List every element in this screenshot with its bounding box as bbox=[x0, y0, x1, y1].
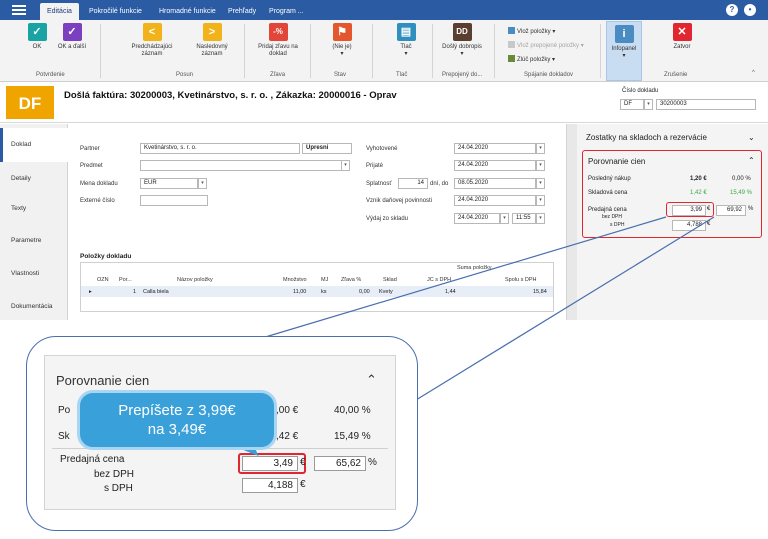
zoom-sale-price-vat-field[interactable]: 4,188 bbox=[242, 478, 298, 493]
callout-line-1: Prepíšete z 3,99€ bbox=[118, 402, 236, 419]
zoom-row2-pct: 15,49 % bbox=[334, 431, 371, 442]
chevron-up-icon[interactable]: ⌃ bbox=[366, 372, 377, 388]
zoom-sale-margin-field[interactable]: 65,62 bbox=[314, 456, 366, 471]
zoom-compare-title: Porovnanie cien bbox=[56, 373, 150, 388]
zoom-s-dph-label: s DPH bbox=[104, 483, 133, 494]
zoom-sale-label: Predajná cena bbox=[60, 454, 125, 465]
zoom-row1-pct: 40,00 % bbox=[334, 405, 371, 416]
euro-sign: € bbox=[300, 479, 306, 490]
callout-line-2: na 3,49€ bbox=[147, 421, 207, 438]
zoom-row1-label: Po bbox=[58, 405, 71, 416]
zoom-row2-label: Sk bbox=[58, 431, 70, 442]
percent-sign: % bbox=[368, 457, 377, 468]
euro-sign: € bbox=[300, 457, 306, 468]
speech-bubble: Prepíšete z 3,99€ na 3,49€ bbox=[77, 390, 277, 450]
zoom-row2-price: ,42 € bbox=[276, 431, 299, 442]
zoom-row1-price: ,00 € bbox=[276, 405, 299, 416]
zoom-bez-dph-label: bez DPH bbox=[94, 469, 135, 480]
